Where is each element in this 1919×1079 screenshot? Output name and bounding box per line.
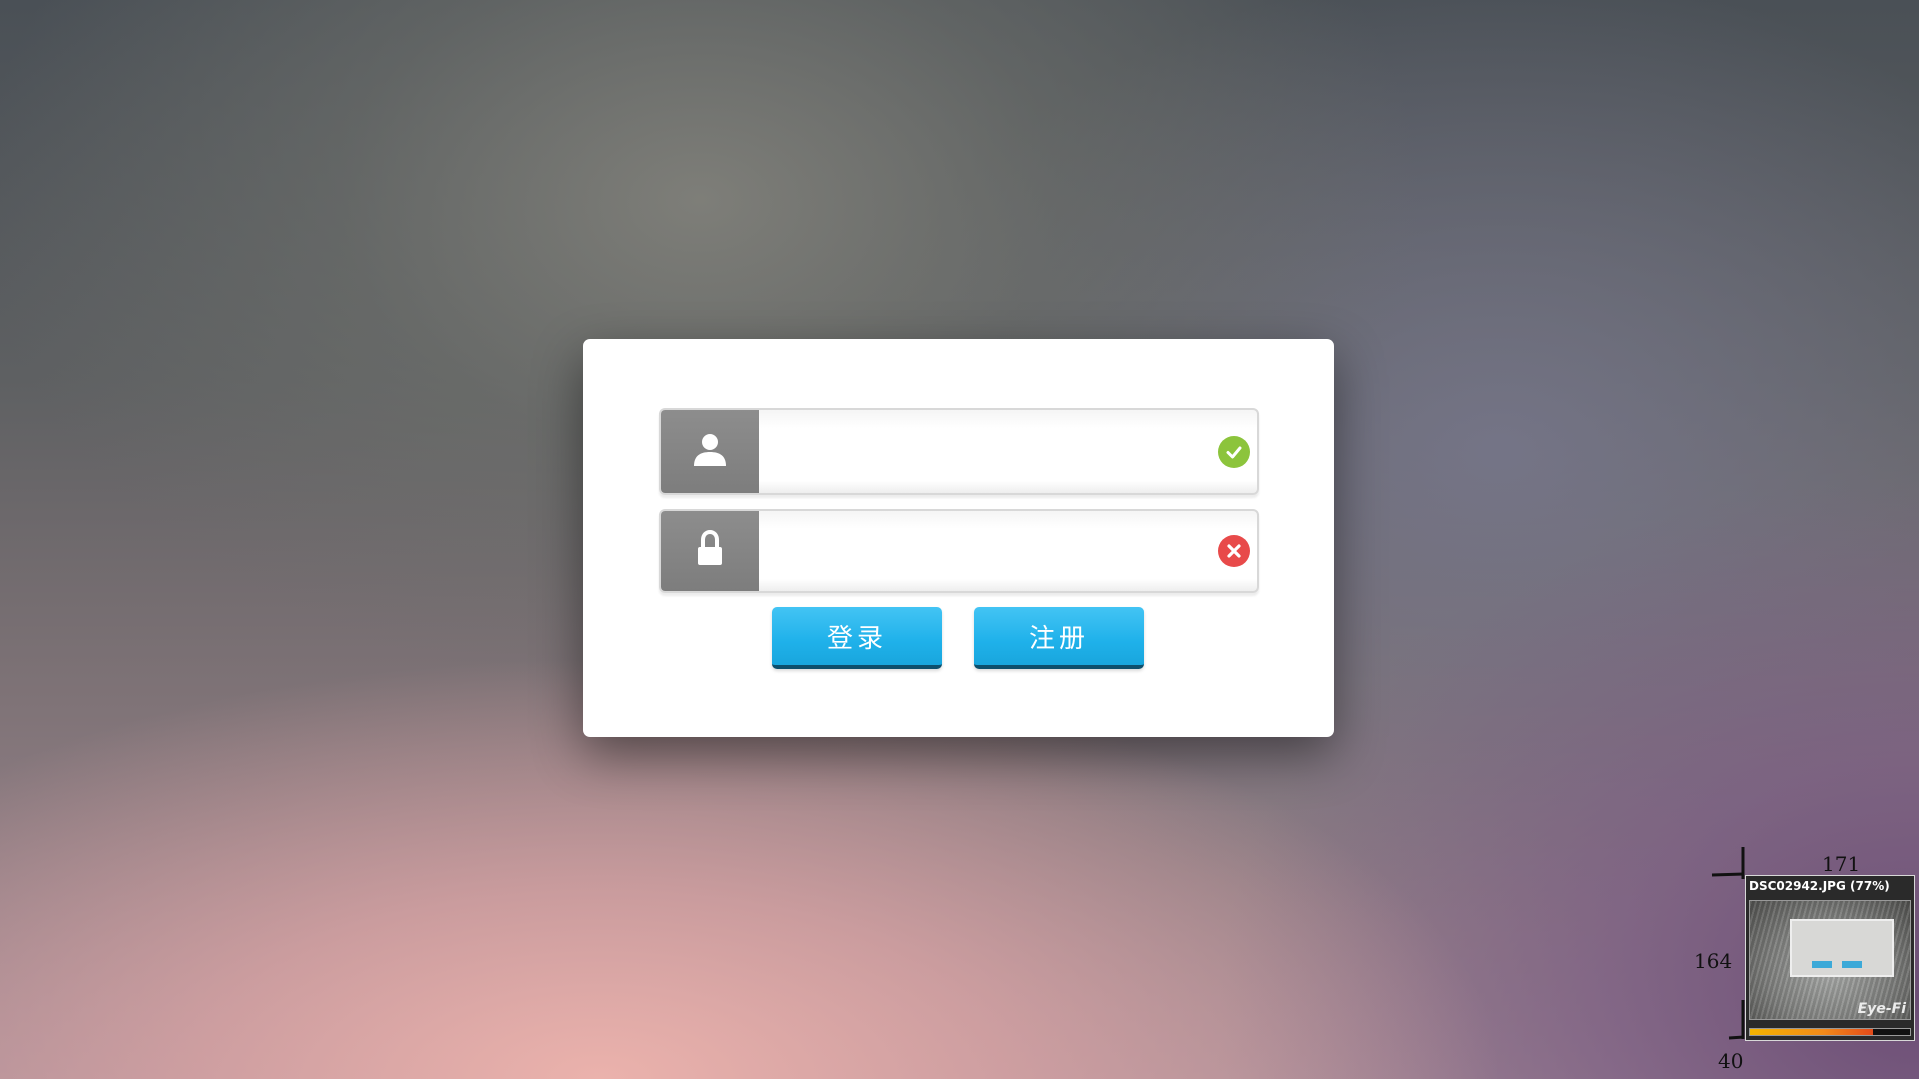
dimension-width-label: 171 [1822, 852, 1861, 876]
password-icon-box [661, 511, 759, 591]
login-dialog: 登录 注册 [583, 339, 1334, 737]
register-button[interactable]: 注册 [974, 607, 1144, 669]
eyefi-upload-panel: DSC02942.JPG (77%) Eye-Fi [1745, 875, 1915, 1041]
login-button[interactable]: 登录 [772, 607, 942, 669]
username-field [659, 408, 1259, 495]
dimension-offset-label: 40 [1718, 1049, 1744, 1073]
check-circle-icon [1218, 435, 1250, 468]
thumbnail-screen [1790, 919, 1894, 977]
eyefi-progress-bar [1749, 1028, 1911, 1036]
eyefi-filename: DSC02942.JPG (77%) [1749, 879, 1890, 893]
dimension-height-label: 164 [1694, 949, 1733, 973]
eyefi-progress-fill [1750, 1029, 1874, 1035]
close-circle-icon [1218, 535, 1250, 567]
thumbnail-button-right [1842, 961, 1862, 968]
user-icon [690, 430, 730, 474]
eyefi-logo: Eye-Fi [1857, 1001, 1906, 1017]
password-field [659, 509, 1259, 593]
lock-icon [693, 529, 727, 573]
thumbnail-button-left [1812, 961, 1832, 968]
username-icon-box [661, 410, 759, 493]
eyefi-thumbnail: Eye-Fi [1749, 900, 1911, 1020]
password-input[interactable] [759, 511, 1197, 591]
username-input[interactable] [759, 410, 1197, 493]
